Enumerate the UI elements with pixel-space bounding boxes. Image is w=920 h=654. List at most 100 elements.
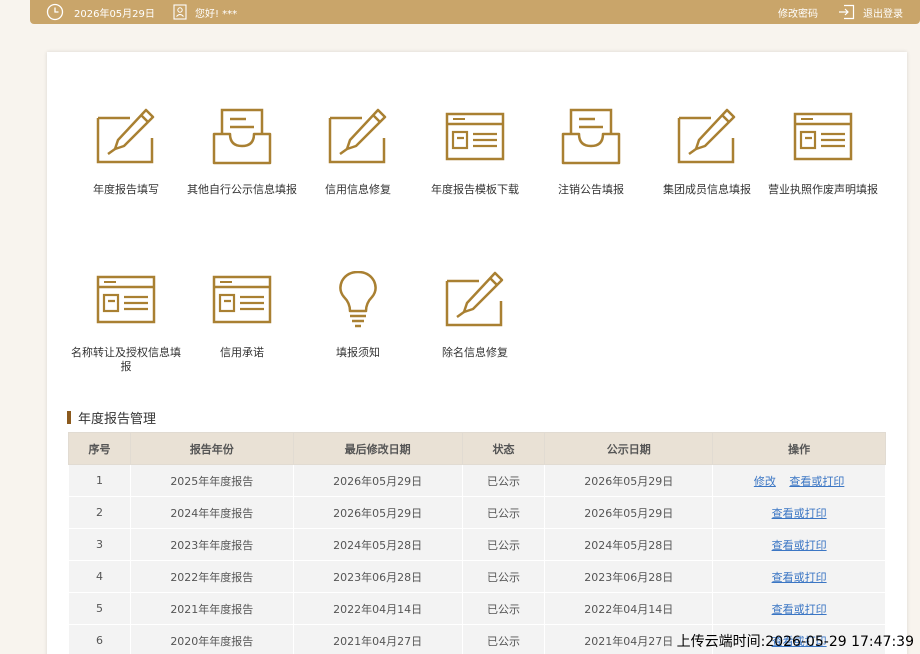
tile-label: 填报须知	[336, 346, 380, 359]
modified-date: 2021年04月27日	[292, 624, 463, 654]
published-date: 2026年05月29日	[544, 464, 714, 497]
logout-label: 退出登录	[863, 8, 903, 20]
tile-label: 年度报告填写	[93, 183, 159, 196]
view-print-link[interactable]: 查看或打印	[789, 475, 844, 488]
row-number: 4	[68, 560, 131, 593]
tile-filing-guide[interactable]: 填报须知	[299, 271, 417, 360]
report-year: 2021年年度报告	[129, 592, 294, 625]
status: 已公示	[461, 464, 546, 497]
inbox-icon	[561, 108, 621, 165]
tile-label: 其他自行公示信息填报	[187, 183, 297, 196]
published-date: 2024年05月28日	[544, 528, 714, 561]
actions-cell: 查看或打印	[712, 496, 886, 529]
change-password-link[interactable]: 修改密码	[778, 0, 818, 24]
edit-link[interactable]: 修改	[754, 475, 776, 488]
tile-removal-repair[interactable]: 除名信息修复	[416, 271, 534, 360]
template-icon	[96, 275, 156, 324]
column-header: 公示日期	[544, 432, 714, 465]
tile-label: 营业执照作废声明填报	[768, 183, 878, 196]
tile-license-void[interactable]: 营业执照作废声明填报	[764, 108, 882, 197]
current-date: 2026年05月29日	[74, 8, 155, 20]
tile-label: 集团成员信息填报	[663, 183, 751, 196]
upload-timestamp-watermark: 上传云端时间:2026-05-29 17:47:39	[676, 634, 914, 650]
section-title-bar	[67, 410, 71, 424]
status: 已公示	[461, 624, 546, 654]
table-row: 3 2023年年度报告 2024年05月28日 已公示 2024年05月28日 …	[68, 528, 886, 561]
annual-report-table: 序号 报告年份 最后修改日期 状态 公示日期 操作 1 2025年年度报告 20…	[68, 432, 886, 654]
published-date: 2023年06月28日	[544, 560, 714, 593]
modified-date: 2023年06月28日	[292, 560, 463, 593]
table-row: 2 2024年年度报告 2026年05月29日 已公示 2026年05月29日 …	[68, 496, 886, 529]
table-row: 4 2022年年度报告 2023年06月28日 已公示 2023年06月28日 …	[68, 560, 886, 593]
table-row: 5 2021年年度报告 2022年04月14日 已公示 2022年04月14日 …	[68, 592, 886, 625]
status: 已公示	[461, 592, 546, 625]
report-year: 2020年年度报告	[129, 624, 294, 654]
row-number: 1	[68, 464, 131, 497]
template-icon	[793, 112, 853, 161]
section-title-text: 年度报告管理	[78, 411, 157, 427]
modified-date: 2022年04月14日	[292, 592, 463, 625]
main-card: 年度报告填写 其他自行公示信息填报 信用信息修复 年度报告模板下载 注销公告填报…	[47, 52, 907, 654]
table-header-row: 序号 报告年份 最后修改日期 状态 公示日期 操作	[68, 432, 886, 465]
tile-template-download[interactable]: 年度报告模板下载	[416, 108, 534, 197]
report-year: 2023年年度报告	[129, 528, 294, 561]
tile-credit-commitment[interactable]: 信用承诺	[183, 271, 301, 360]
report-year: 2022年年度报告	[129, 560, 294, 593]
template-icon	[212, 275, 272, 324]
edit-icon	[677, 108, 736, 164]
tile-annual-report[interactable]: 年度报告填写	[67, 108, 185, 197]
report-year: 2024年年度报告	[129, 496, 294, 529]
clock-icon	[46, 3, 64, 21]
column-header: 操作	[712, 432, 886, 465]
view-print-link[interactable]: 查看或打印	[772, 571, 827, 584]
greeting-text: 您好! ***	[195, 8, 238, 20]
modified-date: 2026年05月29日	[292, 496, 463, 529]
tile-label: 信用信息修复	[325, 183, 391, 196]
modified-date: 2024年05月28日	[292, 528, 463, 561]
status: 已公示	[461, 496, 546, 529]
tile-label: 名称转让及授权信息填报	[71, 346, 181, 373]
template-icon	[445, 112, 505, 161]
tile-label: 注销公告填报	[558, 183, 624, 196]
view-print-link[interactable]: 查看或打印	[772, 507, 827, 520]
lightbulb-icon	[339, 271, 377, 328]
column-header: 最后修改日期	[292, 432, 463, 465]
row-number: 2	[68, 496, 131, 529]
row-number: 6	[68, 624, 131, 654]
view-print-link[interactable]: 查看或打印	[772, 539, 827, 552]
top-bar: 2026年05月29日 您好! *** 修改密码 退出登录	[30, 0, 920, 24]
column-header: 序号	[68, 432, 131, 465]
modified-date: 2026年05月29日	[292, 464, 463, 497]
actions-cell: 查看或打印	[712, 560, 886, 593]
status: 已公示	[461, 528, 546, 561]
row-number: 3	[68, 528, 131, 561]
tile-other-disclosure[interactable]: 其他自行公示信息填报	[183, 108, 301, 197]
edit-icon	[445, 271, 504, 327]
tile-label: 除名信息修复	[442, 346, 508, 359]
tile-credit-repair[interactable]: 信用信息修复	[299, 108, 417, 197]
tile-cancellation-notice[interactable]: 注销公告填报	[532, 108, 650, 197]
published-date: 2026年05月29日	[544, 496, 714, 529]
tile-label: 信用承诺	[220, 346, 264, 359]
change-password-label: 修改密码	[778, 8, 818, 20]
edit-icon	[96, 108, 155, 164]
column-header: 报告年份	[129, 432, 294, 465]
tile-group-members[interactable]: 集团成员信息填报	[648, 108, 766, 197]
status: 已公示	[461, 560, 546, 593]
published-date: 2022年04月14日	[544, 592, 714, 625]
section-title: 年度报告管理	[67, 409, 157, 427]
row-number: 5	[68, 592, 131, 625]
edit-icon	[328, 108, 387, 164]
inbox-icon	[212, 108, 272, 165]
logout-icon	[839, 4, 855, 20]
column-header: 状态	[461, 432, 546, 465]
tile-name-transfer[interactable]: 名称转让及授权信息填报	[67, 271, 185, 374]
actions-cell: 查看或打印	[712, 592, 886, 625]
logout-button[interactable]: 退出登录	[838, 0, 903, 24]
user-badge-icon	[173, 4, 187, 20]
report-year: 2025年年度报告	[129, 464, 294, 497]
user-greeting: 您好! ***	[173, 0, 237, 24]
actions-cell: 查看或打印	[712, 528, 886, 561]
view-print-link[interactable]: 查看或打印	[772, 603, 827, 616]
table-row: 1 2025年年度报告 2026年05月29日 已公示 2026年05月29日 …	[68, 464, 886, 497]
